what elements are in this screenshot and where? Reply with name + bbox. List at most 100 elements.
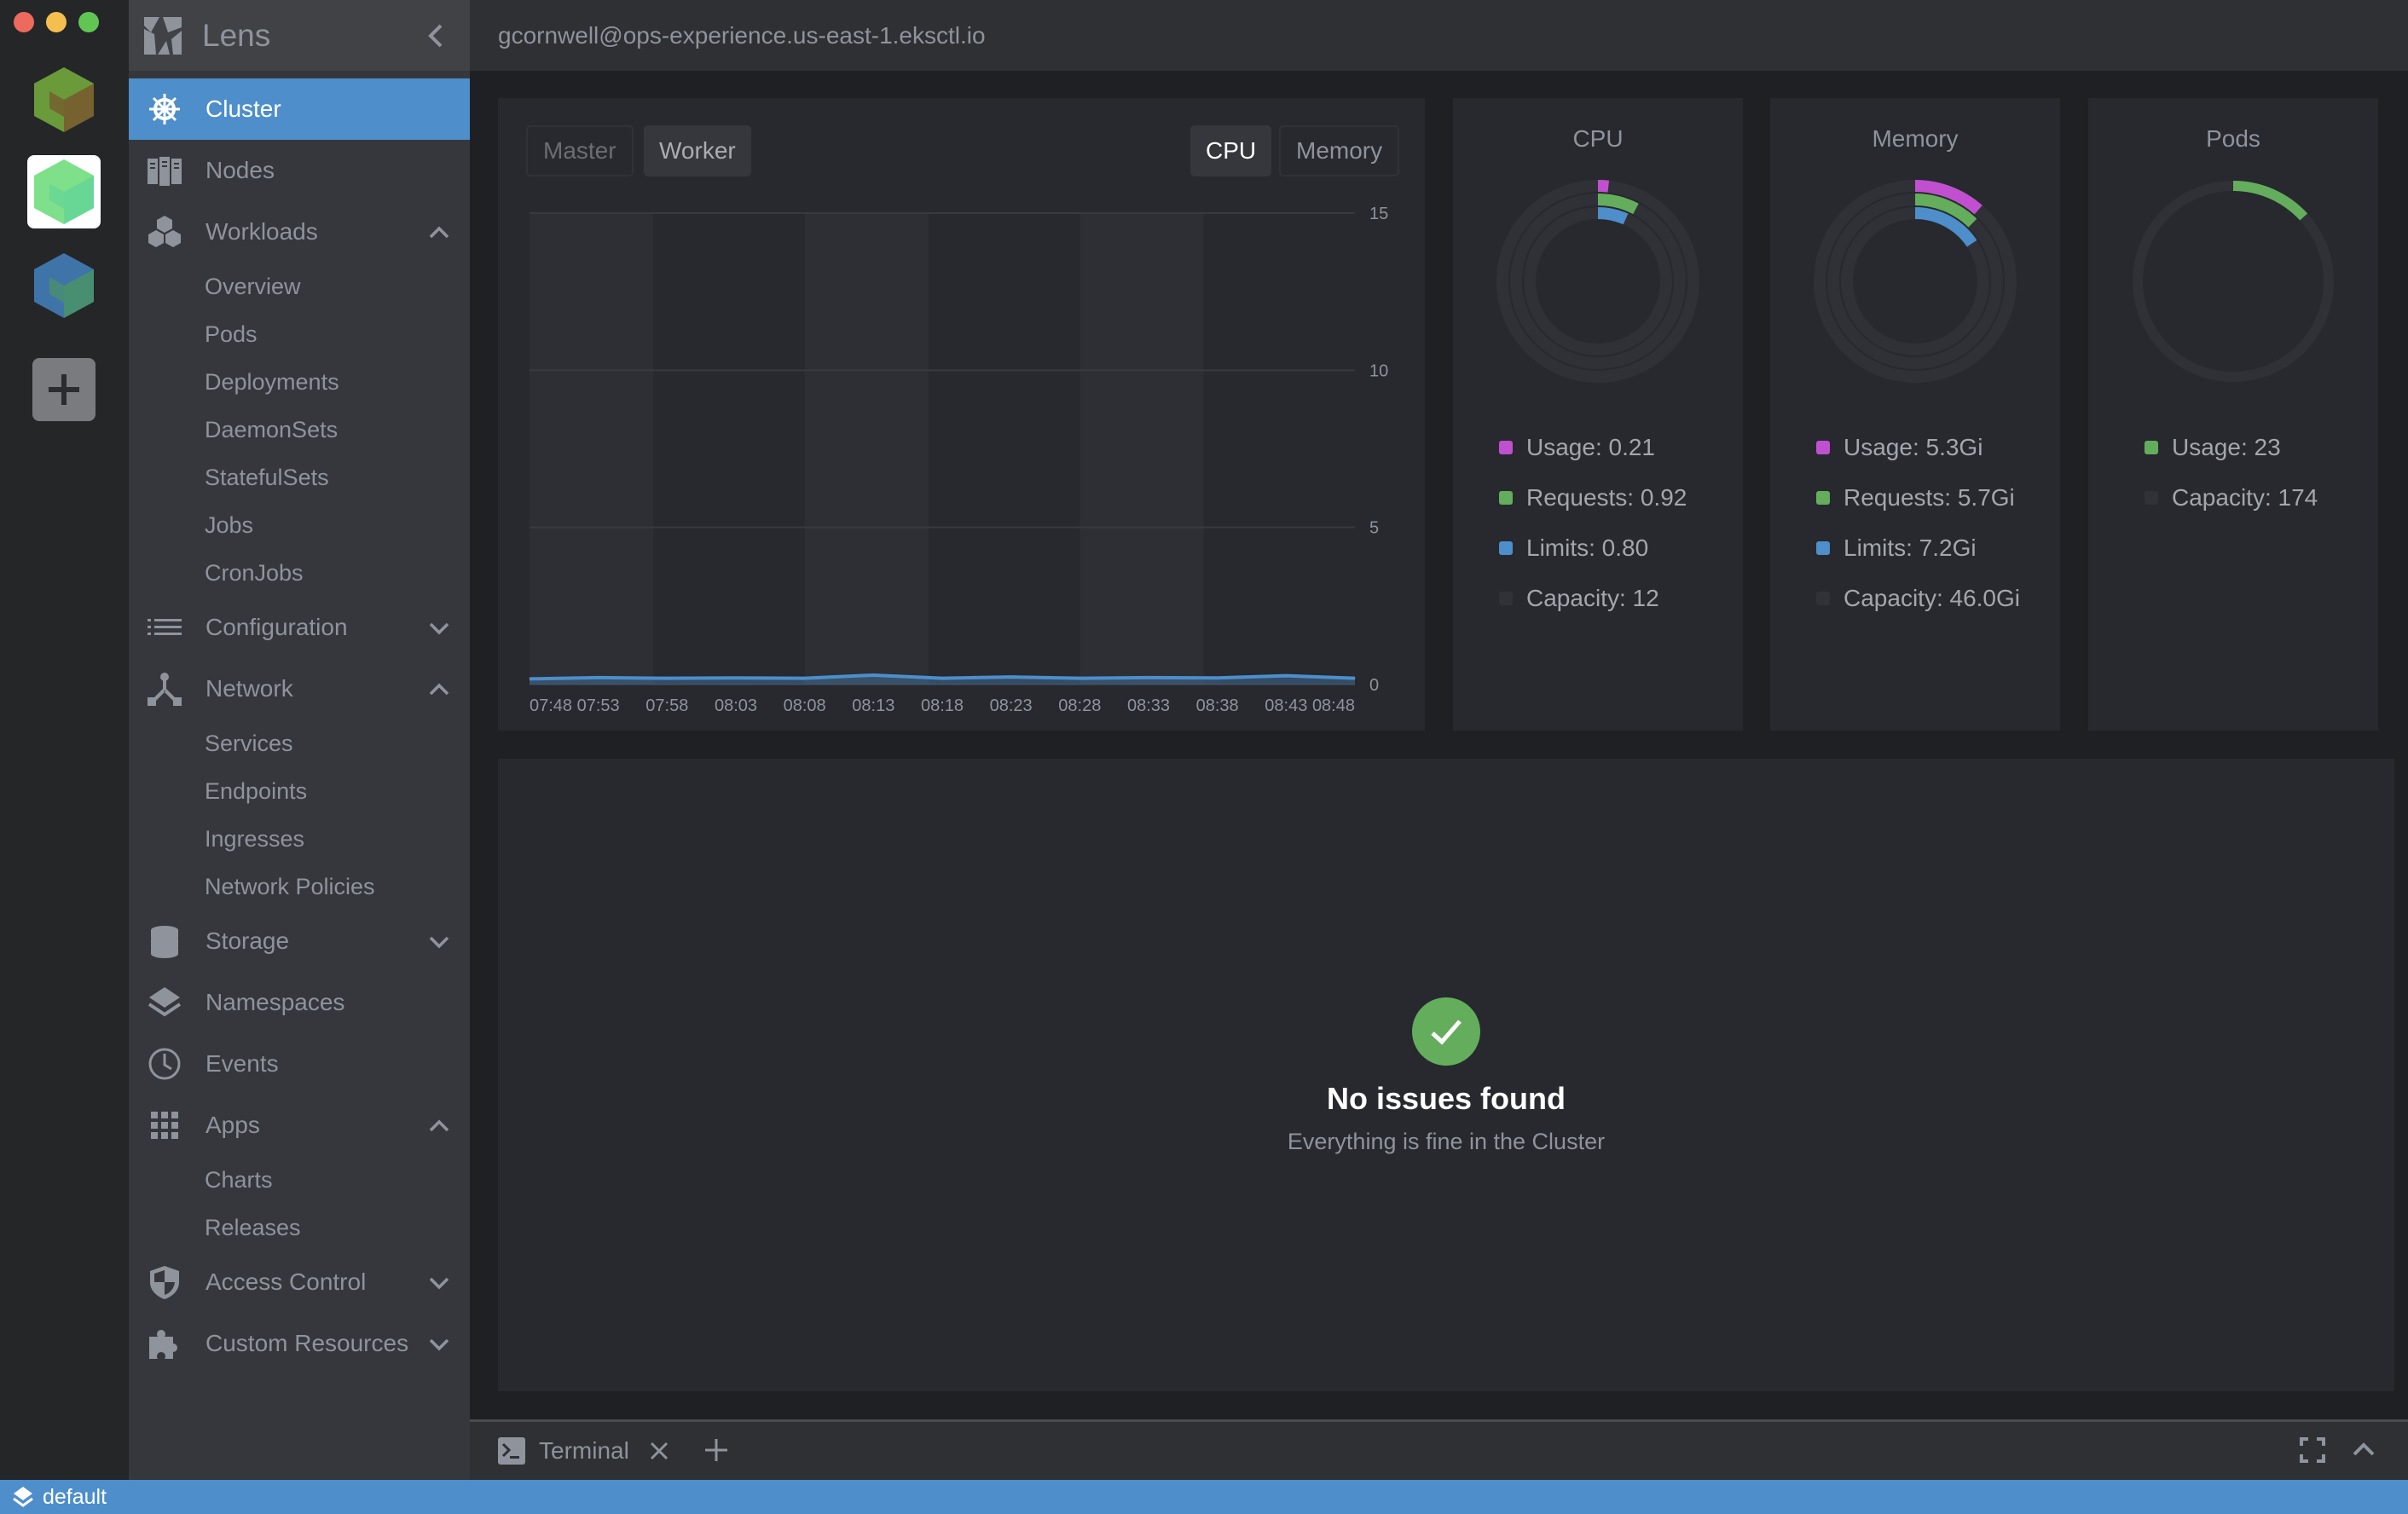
legend-swatch — [1816, 490, 1830, 505]
sidebar-subitem-pods[interactable]: Pods — [129, 310, 470, 358]
legend-item-usage: Usage: 0.21 — [1499, 422, 1687, 472]
sidebar-subitem-daemonsets[interactable]: DaemonSets — [129, 406, 470, 454]
legend-label: Usage: 5.3Gi — [1844, 433, 1983, 460]
window-close-button[interactable] — [14, 12, 34, 32]
sidebar-subitem-jobs[interactable]: Jobs — [129, 501, 470, 549]
cluster-icon-2[interactable] — [27, 155, 101, 228]
donut-title: Memory — [1872, 125, 1959, 152]
terminal-icon — [498, 1437, 525, 1465]
sidebar-subitem-deployments[interactable]: Deployments — [129, 358, 470, 406]
terminal-tab[interactable]: Terminal — [498, 1436, 670, 1466]
sidebar-item-label: Storage — [205, 927, 290, 954]
data-point — [872, 674, 874, 676]
sidebar-item-configuration[interactable]: Configuration — [129, 597, 470, 658]
sidebar-subitem-network-policies[interactable]: Network Policies — [129, 863, 470, 910]
data-point — [1354, 678, 1356, 679]
donut-title: Pods — [2206, 125, 2260, 152]
cluster-icon-3[interactable] — [27, 249, 101, 322]
legend-label: Limits: 0.80 — [1526, 534, 1649, 561]
legend-item-limits: Limits: 0.80 — [1499, 523, 1687, 573]
donut-chart — [1496, 180, 1699, 383]
sidebar-item-custom-resources[interactable]: Custom Resources — [129, 1313, 470, 1374]
sidebar-subitem-overview[interactable]: Overview — [129, 263, 470, 310]
grid-icon — [146, 1107, 183, 1144]
sidebar-subitem-endpoints[interactable]: Endpoints — [129, 767, 470, 815]
terminal-tab-label: Terminal — [539, 1437, 629, 1464]
sidebar-item-apps[interactable]: Apps — [129, 1095, 470, 1156]
legend-swatch — [1499, 591, 1513, 605]
close-tab-icon[interactable] — [648, 1440, 670, 1462]
layers-icon — [146, 984, 183, 1021]
x-tick-label: 08:18 — [921, 696, 964, 715]
window-zoom-button[interactable] — [78, 12, 99, 32]
chevron-down-icon[interactable] — [427, 1270, 451, 1294]
metrics-chart-card: Master Worker CPU Memory 0 5 10 15 07:48 07:5… — [498, 98, 1425, 731]
y-tick-label: 15 — [1369, 205, 1388, 223]
collapse-sidebar-icon[interactable] — [422, 19, 451, 53]
chart-band — [804, 213, 929, 685]
cluster-icon-1[interactable] — [27, 63, 101, 136]
sidebar-subitem-services[interactable]: Services — [129, 719, 470, 767]
sidebar-item-events[interactable]: Events — [129, 1033, 470, 1095]
sidebar-item-nodes[interactable]: Nodes — [129, 140, 470, 201]
sidebar-item-storage[interactable]: Storage — [129, 910, 470, 972]
legend-label: Capacity: 46.0Gi — [1844, 584, 2020, 611]
sidebar-nav: Cluster Nodes Workloads Overview Pods Deploym… — [129, 78, 470, 1374]
chevron-up-icon[interactable] — [427, 677, 451, 701]
cluster-cube-icon — [34, 67, 94, 132]
window-minimize-button[interactable] — [46, 12, 67, 32]
add-cluster-button[interactable] — [32, 358, 96, 421]
issues-title: No issues found — [1326, 1081, 1566, 1116]
plus-icon — [49, 374, 79, 405]
legend-item-capacity: Capacity: 12 — [1499, 573, 1687, 623]
sidebar-item-label: Access Control — [205, 1268, 367, 1295]
sidebar-subitem-cronjobs[interactable]: CronJobs — [129, 549, 470, 597]
memory-donut-card: Memory Usage: 5.3Gi Requests: 5.7Gi Limits:… — [1770, 98, 2060, 731]
chevron-up-icon[interactable] — [427, 220, 451, 244]
current-namespace[interactable]: default — [43, 1485, 107, 1510]
x-tick-label: 08:28 — [1058, 696, 1101, 715]
sidebar-item-network[interactable]: Network — [129, 658, 470, 719]
legend-item-usage: Usage: 5.3Gi — [1816, 422, 2020, 472]
clock-icon — [146, 1045, 183, 1083]
y-tick-label: 0 — [1369, 676, 1379, 695]
legend-swatch — [1816, 540, 1830, 555]
sidebar-item-label: Nodes — [205, 157, 275, 183]
data-point — [598, 677, 599, 679]
chevron-up-icon[interactable] — [427, 1113, 451, 1137]
data-point — [735, 677, 737, 679]
chevron-down-icon[interactable] — [427, 929, 451, 953]
namespace-layers-icon — [13, 1487, 33, 1507]
sidebar-item-workloads[interactable]: Workloads — [129, 201, 470, 263]
fullscreen-icon[interactable] — [2298, 1436, 2327, 1465]
x-tick-label: 08:43 — [1265, 696, 1307, 715]
sidebar-item-cluster[interactable]: Cluster — [129, 78, 470, 140]
legend-label: Usage: 23 — [2172, 433, 2281, 460]
status-bar: default — [0, 1480, 2408, 1514]
database-icon — [146, 922, 183, 960]
expand-dock-icon[interactable] — [2349, 1436, 2378, 1465]
sidebar-item-access-control[interactable]: Access Control — [129, 1251, 470, 1313]
chevron-down-icon[interactable] — [427, 1332, 451, 1355]
sidebar-item-label: Custom Resources — [205, 1330, 409, 1356]
legend-item-requests: Requests: 5.7Gi — [1816, 472, 2020, 523]
legend-swatch — [1816, 440, 1830, 454]
sidebar-subitem-charts[interactable]: Charts — [129, 1156, 470, 1204]
sidebar-item-label: Workloads — [205, 218, 318, 245]
donut-track — [1827, 194, 2003, 369]
legend-swatch — [1499, 490, 1513, 505]
legend-swatch — [1816, 591, 1830, 605]
donut-chart — [2133, 181, 2334, 382]
sidebar-item-namespaces[interactable]: Namespaces — [129, 972, 470, 1033]
main-area: gcornwell@ops-experience.us-east-1.eksct… — [470, 0, 2408, 1480]
chevron-down-icon[interactable] — [427, 615, 451, 639]
sidebar-subitem-statefulsets[interactable]: StatefulSets — [129, 454, 470, 501]
chart-band — [1080, 213, 1204, 685]
sidebar-subitem-releases[interactable]: Releases — [129, 1204, 470, 1251]
legend-item-capacity: Capacity: 46.0Gi — [1816, 573, 2020, 623]
new-terminal-icon[interactable] — [702, 1436, 731, 1465]
sidebar-subitem-ingresses[interactable]: Ingresses — [129, 815, 470, 863]
cubes-icon — [146, 213, 183, 251]
x-tick-label: 07:48 — [530, 696, 572, 715]
donut-arc-usage — [1597, 180, 1610, 193]
